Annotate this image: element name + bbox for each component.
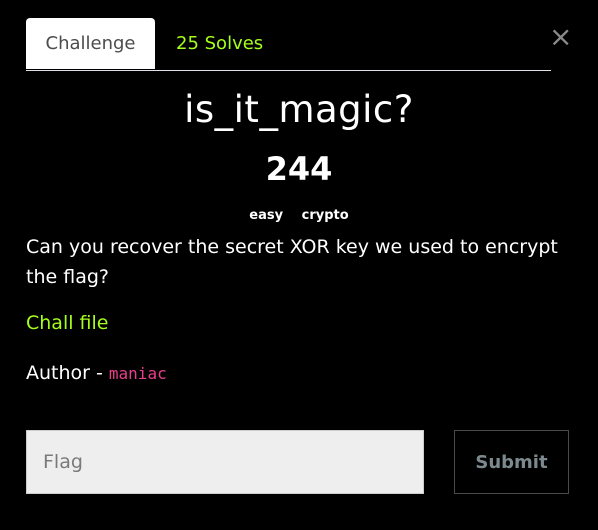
- close-icon[interactable]: ×: [549, 23, 572, 51]
- submit-button[interactable]: Submit: [454, 430, 569, 494]
- challenge-title: is_it_magic?: [184, 88, 414, 131]
- author-label: Author -: [26, 362, 109, 384]
- challenge-tags: easy crypto: [0, 208, 598, 223]
- tab-challenge[interactable]: Challenge: [26, 18, 155, 69]
- chall-file-link[interactable]: Chall file: [26, 312, 109, 334]
- author-name: maniac: [108, 364, 167, 383]
- tab-solves[interactable]: 25 Solves: [176, 18, 263, 69]
- tag-crypto: crypto: [301, 208, 349, 223]
- flag-input[interactable]: [26, 430, 424, 494]
- challenge-points: 244: [265, 150, 333, 188]
- challenge-tabs: Challenge 25 Solves: [26, 18, 551, 71]
- author-line: Author - maniac: [26, 362, 167, 384]
- tag-easy: easy: [249, 208, 284, 223]
- challenge-description: Can you recover the secret XOR key we us…: [26, 236, 558, 288]
